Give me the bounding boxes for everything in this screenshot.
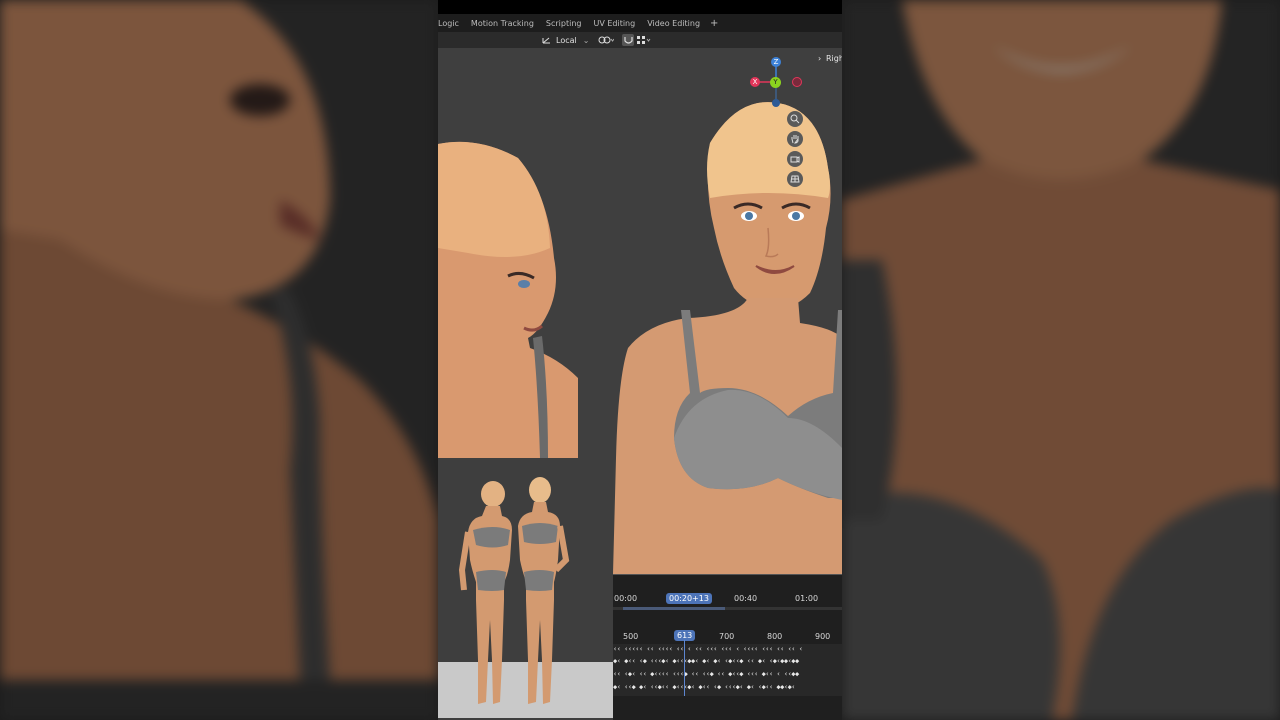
expand-chevron-icon[interactable]: ›	[818, 54, 821, 63]
playhead-line[interactable]	[684, 640, 685, 696]
camera-icon[interactable]	[787, 151, 803, 167]
snap-options-dropdown[interactable]	[636, 34, 652, 46]
axis-neg-x-icon[interactable]	[792, 77, 802, 87]
blender-window: Logic Motion Tracking Scripting UV Editi…	[438, 0, 842, 720]
keyframe-row[interactable]: ‹‹ ‹‹‹‹‹ ‹‹ ‹‹‹‹ ‹‹ ‹ ‹‹ ‹‹‹ ‹‹‹ ‹ ‹‹‹‹ …	[613, 645, 842, 654]
time-tick-2: 01:00	[795, 594, 819, 603]
axis-z-icon[interactable]: Z	[771, 57, 781, 67]
orientation-axes-icon	[542, 37, 550, 44]
workspace-tabs: Logic Motion Tracking Scripting UV Editi…	[438, 14, 842, 32]
axis-neg-z-icon[interactable]	[772, 99, 780, 107]
add-workspace-button[interactable]: +	[710, 18, 718, 29]
pan-hand-icon[interactable]	[787, 131, 803, 147]
viewport-header: Local ⌄	[438, 32, 842, 48]
blurred-background-right	[842, 0, 1280, 720]
chevron-down-icon: ⌄	[582, 35, 590, 45]
tab-logic[interactable]: Logic	[438, 19, 465, 28]
zoom-icon[interactable]	[787, 111, 803, 127]
tab-scripting[interactable]: Scripting	[546, 19, 588, 28]
scrub-bar[interactable]	[613, 607, 842, 610]
keyframe-row[interactable]: ◆‹ ‹‹◆ ◆‹ ‹‹◆‹‹ ◆‹‹‹◆‹ ◆‹‹ ‹◆ ‹‹‹◆‹ ◆‹ ‹…	[613, 683, 842, 692]
snap-grid-icon	[637, 36, 651, 44]
tab-video-editing[interactable]: Video Editing	[647, 19, 706, 28]
reference-characters	[458, 477, 570, 704]
frame-tick-800: 800	[767, 632, 783, 641]
link-icon	[598, 36, 614, 44]
snap-toggle[interactable]	[622, 34, 634, 46]
current-time-indicator[interactable]: 00:20+13	[666, 593, 712, 604]
time-tick-0: 00:00	[614, 594, 638, 603]
timeline-editor[interactable]: 00:00 00:20+13 00:40 01:00 500 613 700 8…	[613, 574, 842, 720]
grid-perspective-icon[interactable]	[787, 171, 803, 187]
pivot-dropdown[interactable]	[598, 34, 614, 46]
letterbox-top	[438, 0, 842, 14]
axis-x-icon[interactable]: X	[750, 77, 760, 87]
scrub-range	[623, 607, 725, 610]
magnet-icon	[623, 36, 633, 44]
reference-video-overlay	[438, 460, 613, 718]
keyframe-row[interactable]: ‹‹ ‹◆‹ ‹‹ ◆‹‹‹‹ ‹‹‹◆ ‹‹ ‹‹◆ ‹‹ ◆‹‹◆ ‹‹‹ …	[613, 670, 842, 679]
view-name-label: Righ	[826, 54, 842, 63]
keyframe-area[interactable]: ‹‹ ‹‹‹‹‹ ‹‹ ‹‹‹‹ ‹‹ ‹ ‹‹ ‹‹‹ ‹‹‹ ‹ ‹‹‹‹ …	[613, 644, 842, 696]
transform-orientation-dropdown[interactable]: Local ⌄	[542, 34, 589, 46]
tab-uv-editing[interactable]: UV Editing	[593, 19, 641, 28]
frame-tick-700: 700	[719, 632, 735, 641]
keyframe-row[interactable]: ◆‹ ◆‹‹ ‹◆ ‹‹‹◆‹ ◆‹‹‹◆◆‹ ◆‹ ◆‹ ‹◆‹‹◆ ‹‹ ◆…	[613, 657, 842, 666]
blurred-background-left	[0, 0, 438, 720]
tab-motion-tracking[interactable]: Motion Tracking	[471, 19, 540, 28]
axis-y-icon[interactable]: Y	[770, 77, 781, 88]
time-tick-1: 00:40	[734, 594, 758, 603]
orientation-label: Local	[556, 35, 577, 45]
frame-tick-500: 500	[623, 632, 639, 641]
frame-tick-900: 900	[815, 632, 831, 641]
